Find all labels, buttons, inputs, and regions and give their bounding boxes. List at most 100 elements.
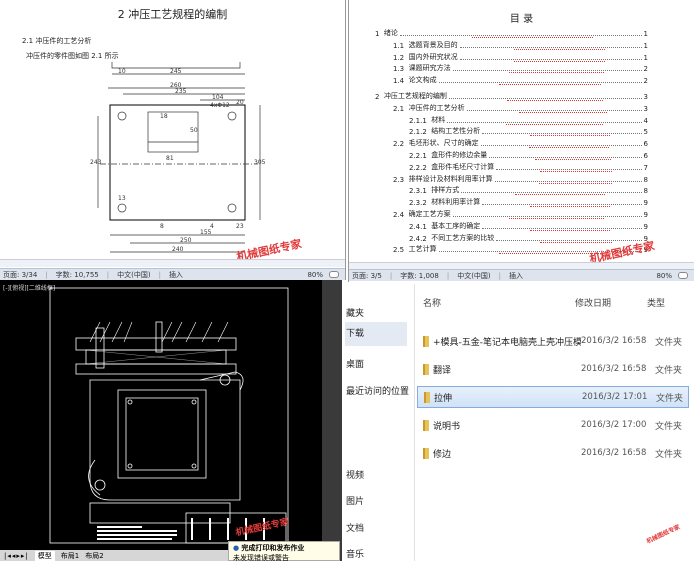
toc-title: 不同工艺方案的比较 [431,233,495,242]
zoom-out-button[interactable] [678,272,688,279]
folder-icon [424,391,430,403]
word-count: 字数: 1,008 [400,271,439,280]
dim-81: 81 [166,155,174,162]
toc-number: 2.3.1 [409,187,427,196]
toc-entry[interactable]: 2.1.2 结构工艺性分析 5 [409,126,648,137]
toc-number: 2.4 [393,211,405,219]
toc-page: 1 [643,53,648,62]
toc-entry[interactable]: 1.1 选题背景及目的 1 [393,40,648,50]
toc-title: 盒形件的修边余量 [431,151,488,159]
nav-desktop[interactable]: 桌面 [346,357,364,370]
watermark: 机械图纸专家 [645,523,682,546]
zoom-level[interactable]: 80% [307,271,323,279]
toc-title: 目 录 [509,14,534,25]
toc-title: 工艺计算 [408,245,437,254]
toc-entry[interactable]: 2.2.1 盒形件的修边余量 6 [409,150,648,160]
column-header-type[interactable]: 类型 [647,296,665,309]
toc-number: 2.3.2 [409,199,427,208]
toc-title: 结构工艺性分析 [431,127,481,136]
nav-recent-places[interactable]: 最近访问的位置 [346,384,409,397]
nav-pictures[interactable]: 图片 [346,494,364,507]
nav-favorites[interactable]: 藏夹 [346,306,364,319]
zoom-out-button[interactable] [329,271,339,278]
toc-page: 9 [643,222,648,231]
file-date: 2016/3/2 16:58 [581,336,647,346]
toc-number: 2.3 [393,175,405,184]
toc-title: 排样方式 [431,186,460,195]
toc-page: 9 [643,199,648,208]
insert-mode[interactable]: 插入 [169,270,183,280]
toc-entry[interactable]: 2.3 排样设计及材料利用率计算 8 [393,174,648,184]
toc-number: 1.3 [393,65,405,74]
toc-leader [461,192,642,196]
toc-page: 6 [643,140,648,149]
file-type: 文件夹 [656,393,684,404]
toc-entry[interactable]: 1.2 国内外研究状况 1 [393,52,648,62]
tab-layout2[interactable]: 布局2 [85,551,103,561]
toc-entry[interactable]: 2.2 毛坯形状、尺寸的确定 6 [393,138,648,149]
nav-downloads[interactable]: 下载 [345,322,407,346]
toc-title: 冲压工艺规程的编制 [383,92,447,100]
nav-documents[interactable]: 文档 [346,521,364,534]
toc-entry[interactable]: 2.2.2 盒形件毛坯尺寸计算 7 [409,162,648,172]
toc-number: 2.1 [393,104,405,113]
file-type: 文件夹 [655,337,683,348]
toc-title: 材料利用率计算 [431,198,481,207]
toc-entry[interactable]: 2.1 冲压件的工艺分析 3 [393,103,648,113]
file-row[interactable]: 翻译 2016/3/2 16:58 文件夹 [417,358,689,380]
nav-videos[interactable]: 视频 [346,468,364,481]
page-count: 页面: 3/34 [3,270,38,279]
toc-entry[interactable]: 2.1.1 材料 4 [409,115,648,125]
toc-entry[interactable]: 2 冲压工艺规程的编制 3 [375,91,648,101]
file-date: 2016/3/2 17:00 [581,420,647,430]
toc-entry[interactable]: 2.4.2 不同工艺方案的比较 9 [409,233,648,243]
file-row[interactable]: 说明书 2016/3/2 17:00 文件夹 [417,414,689,436]
column-header-name[interactable]: 名称 [423,296,441,309]
info-icon: ● [233,544,240,552]
tab-nav-arrows-icon[interactable]: |◂◂▸▸| [4,552,29,560]
status-bar: 页面: 3/34 | 字数: 10,755 | 中文(中国) | 插入 80% [0,268,345,280]
dim-18: 18 [160,113,168,120]
column-header-date[interactable]: 修改日期 [575,296,611,309]
toc-entry[interactable]: 2.3.1 排样方式 8 [409,185,648,196]
toc-entry[interactable]: 1 绪论 1 [375,28,648,38]
print-complete-notification[interactable]: ● 完成打印和发布作业 未发现错误或警告 [228,541,340,561]
horizontal-scrollbar[interactable] [0,259,345,267]
toc-entry[interactable]: 2.4.1 基本工序的确定 9 [409,221,648,231]
zoom-level[interactable]: 80% [656,272,672,280]
cad-vertical-scrollbar[interactable] [322,280,342,561]
file-row[interactable]: 拉伸 2016/3/2 17:01 文件夹 [417,386,689,408]
toc-number: 2.1.2 [409,128,427,137]
toc-page: 1 [643,30,648,38]
dim-243: 243 [90,159,102,166]
file-row[interactable]: +模具-五金-笔记本电脑壳上壳冲压模设计2016/3/2 16:58 文件夹 [417,330,689,352]
dim-23: 23 [236,223,244,230]
toc-page: 8 [643,175,648,184]
toc-number: 2 [375,93,380,101]
toc-title: 盒形件毛坯尺寸计算 [431,162,495,171]
tab-model[interactable]: 模型 [34,550,55,561]
file-explorer: 藏夹 下载 桌面 最近访问的位置 视频 图片 文档 音乐 名称 修改日期 类型 … [345,284,694,561]
nav-music[interactable]: 音乐 [346,547,364,560]
file-row[interactable]: 修边 2016/3/2 16:58 文件夹 [417,442,689,464]
file-name: 说明书 [433,421,461,432]
toc-entry[interactable]: 1.4 论文构成 2 [393,75,648,86]
toc-entry[interactable]: 2.3.2 材料利用率计算 9 [409,197,648,208]
file-type: 文件夹 [655,449,683,460]
toc-entry[interactable]: 2.4 确定工艺方案 9 [393,209,648,219]
language[interactable]: 中文(中国) [457,271,490,281]
toc-title: 排样设计及材料利用率计算 [408,174,493,183]
toc-number: 2.4.2 [409,234,427,243]
word-document-toc: 目 录 1 绪论 1 1.1 选题背景及目的 1 1.2 国内外研究状况 1 1.3 课题研… [348,0,694,282]
navigation-pane: 藏夹 下载 桌面 最近访问的位置 视频 图片 文档 音乐 [345,284,415,561]
toc-title: 材料 [431,115,446,124]
insert-mode[interactable]: 插入 [509,271,523,281]
file-name: 翻译 [433,365,452,376]
toc-leader [494,180,642,184]
tab-layout1[interactable]: 布局1 [61,551,79,561]
toc-leader [482,227,642,231]
toc-entry[interactable]: 1.3 课题研究方法 2 [393,63,648,74]
file-name: 修边 [433,449,452,460]
toc-leader [459,58,642,62]
language[interactable]: 中文(中国) [117,270,150,280]
